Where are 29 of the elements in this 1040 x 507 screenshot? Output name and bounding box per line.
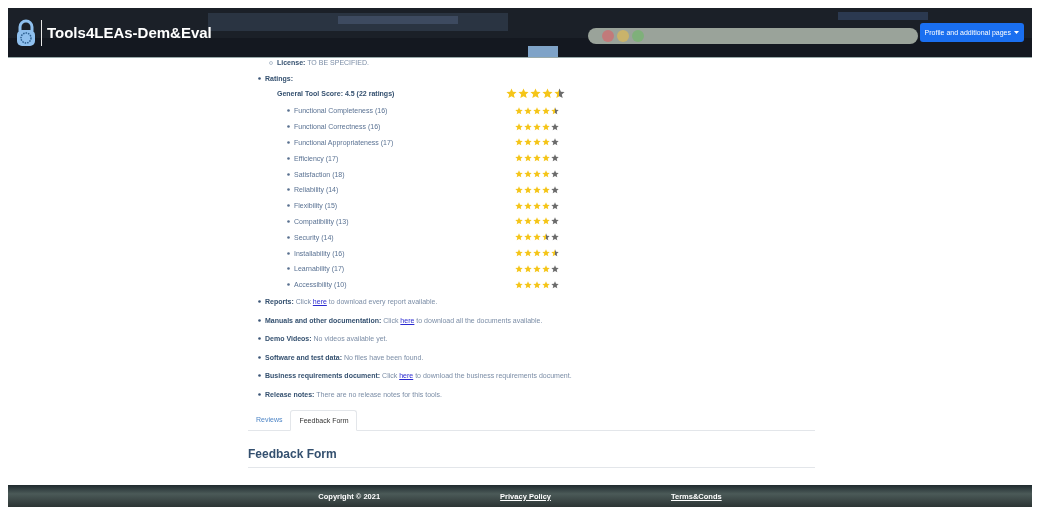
bullet-icon [287,235,290,239]
bullet-icon [258,392,261,396]
section-heading: Feedback Form [248,446,815,468]
star-icon [542,88,553,99]
bullet-icon [287,156,290,160]
bullet-icon [287,141,290,144]
star-icon [518,88,529,99]
bullet-icon [287,219,290,223]
bullet-icon [258,374,261,378]
bullet-icon [258,355,261,359]
bullet-icon [287,204,290,208]
bullet-icon [287,125,290,129]
bullet-icon [287,172,290,176]
bullet-icon [287,283,290,287]
bullet-icon [287,251,290,255]
bullet-icon [258,300,261,304]
caret-icon [1014,31,1019,34]
star-icon [506,88,517,99]
bullet-icon [287,188,290,192]
bullet-icon [258,337,261,341]
bullet-icon [258,77,261,80]
padlock-icon [16,18,36,47]
bullet-icon [258,318,261,322]
bullet-icon [287,109,290,113]
site-title[interactable]: Tools4LEAs-Dem&Eval [47,24,212,41]
bullet-icon [287,267,290,271]
star-icon [554,88,565,99]
bullet-icon [269,60,273,65]
star-icon [530,88,541,99]
